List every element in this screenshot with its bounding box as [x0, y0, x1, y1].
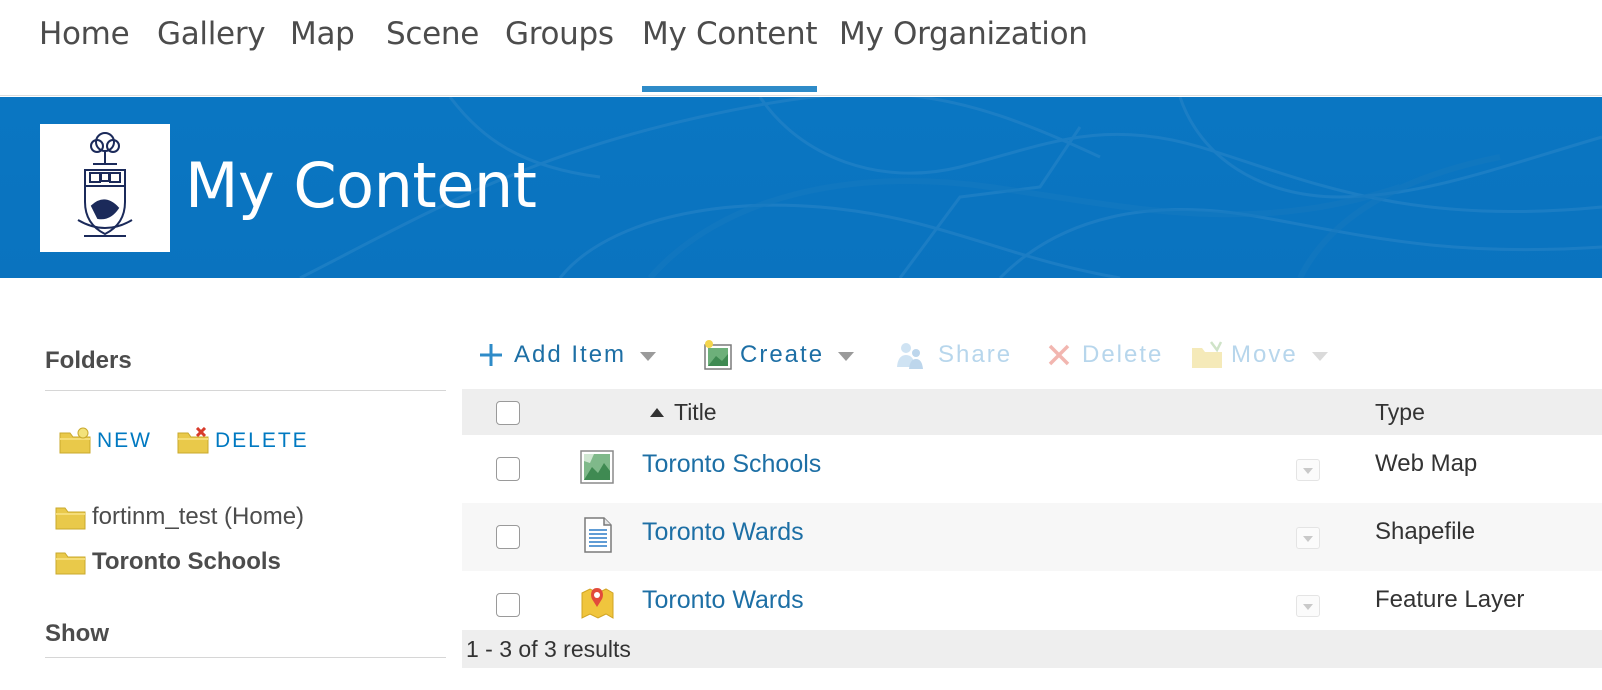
plus-icon — [480, 344, 502, 366]
create-label: Create — [740, 341, 825, 368]
row-checkbox[interactable] — [496, 525, 520, 549]
row-checkbox[interactable] — [496, 457, 520, 481]
nav-my-organization[interactable]: My Organization — [839, 16, 1088, 52]
item-type: Feature Layer — [1375, 586, 1525, 613]
new-folder-button[interactable]: NEW — [59, 423, 152, 459]
close-icon — [1048, 344, 1070, 366]
shapefile-icon — [584, 517, 612, 553]
nav-map[interactable]: Map — [290, 16, 355, 52]
chevron-down-icon — [1311, 352, 1328, 361]
nav-gallery[interactable]: Gallery — [157, 16, 266, 52]
move-button[interactable]: Move — [1191, 334, 1328, 376]
feature-layer-icon — [581, 588, 614, 619]
divider — [45, 390, 446, 391]
item-type: Web Map — [1375, 450, 1478, 477]
results-count: 1 - 3 of 3 results — [466, 636, 631, 662]
item-title-link[interactable]: Toronto Wards — [642, 518, 804, 547]
divider — [45, 657, 446, 658]
title-column-header[interactable]: Title — [650, 399, 717, 426]
chevron-down-icon — [838, 352, 855, 361]
item-title-link[interactable]: Toronto Schools — [642, 450, 821, 479]
folder-label: Toronto Schools — [92, 548, 281, 575]
folder-icon — [55, 507, 86, 530]
folder-label: fortinm_test (Home) — [92, 503, 305, 530]
folder-item-toronto-schools[interactable]: Toronto Schools — [55, 545, 281, 579]
table-row: Toronto Wards Shapefile — [462, 503, 1602, 571]
delete-button[interactable]: Delete — [1046, 334, 1163, 376]
sort-ascending-icon — [650, 408, 664, 417]
folder-item-home[interactable]: fortinm_test (Home) — [55, 500, 304, 534]
row-checkbox[interactable] — [496, 593, 520, 617]
item-type: Shapefile — [1375, 518, 1476, 545]
item-options-dropdown[interactable] — [1296, 459, 1320, 481]
move-folder-icon — [1192, 341, 1223, 368]
share-label: Share — [938, 341, 1013, 368]
nav-groups[interactable]: Groups — [505, 16, 614, 52]
page-banner: My Content — [0, 97, 1602, 278]
folders-heading: Folders — [45, 347, 132, 374]
delete-folder-button[interactable]: DELETE — [177, 423, 309, 459]
select-all-checkbox[interactable] — [496, 401, 520, 425]
move-label: Move — [1231, 341, 1298, 368]
table-row: Toronto Schools Web Map — [462, 435, 1602, 503]
table-row: Toronto Wards Feature Layer — [462, 571, 1602, 639]
create-icon — [704, 340, 732, 370]
type-column-header[interactable]: Type — [1375, 399, 1425, 426]
new-folder-icon — [59, 427, 91, 454]
top-navigation: Home Gallery Map Scene Groups My Content… — [0, 0, 1602, 96]
title-column-label: Title — [674, 399, 717, 425]
show-heading: Show — [45, 620, 109, 647]
delete-label: Delete — [1082, 341, 1164, 368]
delete-folder-icon — [177, 427, 209, 454]
chevron-down-icon — [640, 352, 657, 361]
table-header: Title Type — [462, 389, 1602, 435]
share-button[interactable]: Share — [894, 334, 1012, 376]
nav-home[interactable]: Home — [39, 16, 130, 52]
delete-folder-label: DELETE — [215, 429, 309, 452]
add-item-label: Add Item — [514, 341, 627, 368]
university-crest-logo — [40, 124, 170, 252]
create-button[interactable]: Create — [702, 334, 855, 376]
new-folder-label: NEW — [97, 429, 152, 452]
nav-scene[interactable]: Scene — [386, 16, 479, 52]
nav-my-content[interactable]: My Content — [642, 16, 818, 92]
results-footer: 1 - 3 of 3 results — [462, 630, 1602, 668]
page-title: My Content — [185, 149, 537, 222]
item-options-dropdown[interactable] — [1296, 595, 1320, 617]
item-options-dropdown[interactable] — [1296, 527, 1320, 549]
web-map-icon — [580, 450, 614, 484]
item-title-link[interactable]: Toronto Wards — [642, 586, 804, 615]
add-item-button[interactable]: Add Item — [478, 334, 657, 376]
folder-icon — [55, 552, 86, 575]
share-icon — [897, 343, 923, 369]
